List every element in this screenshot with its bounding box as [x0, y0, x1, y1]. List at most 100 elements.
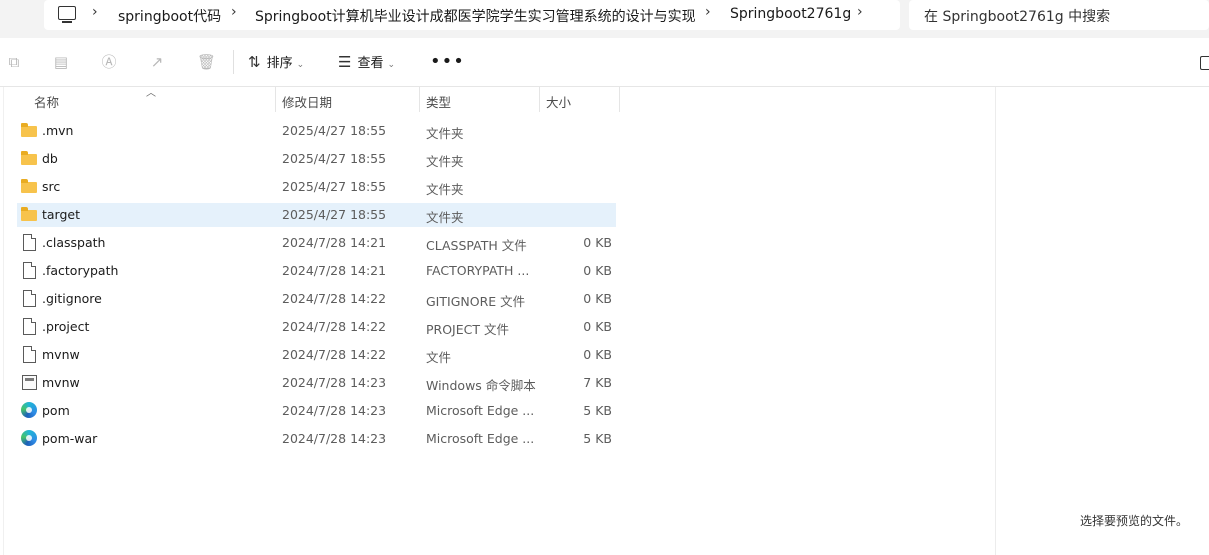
breadcrumb-item-springboot-code[interactable]: springboot代码: [118, 6, 221, 26]
cell-type: 文件: [426, 350, 452, 365]
file-icon-shape: [23, 346, 36, 363]
view-button[interactable]: ☰ 查看 ⌄: [338, 52, 395, 72]
table-row[interactable]: .project 2024/7/28 14:22 PROJECT 文件 0 KB: [17, 315, 616, 339]
cell-type: PROJECT 文件: [426, 322, 509, 337]
file-icon: [21, 262, 37, 279]
cell-type: Windows 命令脚本: [426, 378, 536, 393]
cell-modified: 2024/7/28 14:22: [282, 319, 387, 334]
cell-type: Microsoft Edge ...: [426, 403, 535, 418]
table-row[interactable]: pom-war 2024/7/28 14:23 Microsoft Edge ...…: [17, 427, 616, 451]
edge-icon-shape: [21, 402, 37, 418]
toolbar-divider: [233, 50, 234, 74]
chevron-down-icon: ⌄: [296, 60, 305, 70]
cell-size: 0 KB: [583, 263, 612, 278]
search-input[interactable]: 在 Springboot2761g 中搜索: [909, 0, 1209, 30]
column-divider[interactable]: [275, 87, 276, 112]
cell-size: 0 KB: [583, 347, 612, 362]
copy-icon[interactable]: ⧉: [6, 53, 22, 71]
table-row[interactable]: pom 2024/7/28 14:23 Microsoft Edge ... 5 KB: [17, 399, 616, 423]
cell-name: mvnw: [42, 347, 80, 362]
file-icon-shape: [23, 262, 36, 279]
cell-type: CLASSPATH 文件: [426, 238, 527, 253]
table-row[interactable]: src 2025/4/27 18:55 文件夹: [17, 175, 616, 199]
folder-icon: [21, 178, 37, 195]
chevron-right-icon[interactable]: ›: [857, 4, 863, 20]
cell-modified: 2024/7/28 14:22: [282, 347, 387, 362]
cell-name: src: [42, 179, 61, 194]
table-row[interactable]: .gitignore 2024/7/28 14:22 GITIGNORE 文件 0 K…: [17, 287, 616, 311]
column-header-name[interactable]: 名称: [34, 92, 59, 111]
breadcrumb-item-current[interactable]: Springboot2761g: [730, 6, 851, 22]
edge-icon: [21, 430, 37, 447]
cell-modified: 2024/7/28 14:21: [282, 235, 387, 250]
edge-icon: [21, 402, 37, 419]
column-divider[interactable]: [539, 87, 540, 112]
column-divider[interactable]: [419, 87, 420, 112]
cell-type: 文件夹: [426, 126, 464, 141]
chevron-down-icon: ⌄: [387, 60, 396, 70]
more-options-button[interactable]: •••: [430, 51, 465, 72]
column-header-modified[interactable]: 修改日期: [282, 92, 332, 111]
sort-button[interactable]: ⇅ 排序 ⌄: [248, 52, 304, 72]
command-bar: ⧉ ▤ Ⓐ ↗ 🗑 ⇅ 排序 ⌄ ☰ 查看 ⌄ •••: [0, 38, 1209, 87]
folder-icon: [21, 206, 37, 223]
cell-modified: 2025/4/27 18:55: [282, 179, 387, 194]
table-row[interactable]: .mvn 2025/4/27 18:55 文件夹: [17, 119, 616, 143]
folder-icon-shape: [21, 151, 37, 165]
cell-modified: 2025/4/27 18:55: [282, 207, 387, 222]
column-divider[interactable]: [619, 87, 620, 112]
cell-size: 5 KB: [583, 403, 612, 418]
table-row[interactable]: .classpath 2024/7/28 14:21 CLASSPATH 文件 0 K…: [17, 231, 616, 255]
table-row[interactable]: db 2025/4/27 18:55 文件夹: [17, 147, 616, 171]
table-row[interactable]: .factorypath 2024/7/28 14:21 FACTORYPATH .…: [17, 259, 616, 283]
this-pc-icon[interactable]: [58, 6, 76, 23]
table-row[interactable]: target 2025/4/27 18:55 文件夹: [17, 203, 616, 227]
search-placeholder: 在 Springboot2761g 中搜索: [924, 9, 1111, 25]
file-icon-shape: [23, 234, 36, 251]
cell-modified: 2025/4/27 18:55: [282, 123, 387, 138]
cell-modified: 2024/7/28 14:21: [282, 263, 387, 278]
cell-name: .factorypath: [42, 263, 119, 278]
cell-type: FACTORYPATH ...: [426, 263, 530, 278]
preview-pane-divider[interactable]: [995, 87, 996, 555]
column-headers: ︿ 名称 修改日期 类型 大小: [0, 87, 620, 112]
file-icon-shape: [23, 318, 36, 335]
address-bar: › springboot代码 › Springboot计算机毕业设计成都医学院学…: [0, 0, 1209, 38]
view-label: 查看: [357, 56, 384, 71]
cell-modified: 2025/4/27 18:55: [282, 151, 387, 166]
cell-modified: 2024/7/28 14:23: [282, 431, 387, 446]
file-icon: [21, 234, 37, 251]
folder-icon-shape: [21, 179, 37, 193]
folder-icon: [21, 122, 37, 139]
preview-pane-icon[interactable]: [1200, 56, 1209, 70]
cell-modified: 2024/7/28 14:22: [282, 291, 387, 306]
folder-icon: [21, 150, 37, 167]
file-icon: [21, 346, 37, 363]
rename-icon[interactable]: Ⓐ: [101, 53, 117, 71]
view-icon: ☰: [338, 53, 352, 71]
column-header-type[interactable]: 类型: [426, 92, 451, 111]
chevron-right-icon[interactable]: ›: [705, 4, 711, 20]
cell-name: mvnw: [42, 375, 80, 390]
table-row[interactable]: mvnw 2024/7/28 14:23 Windows 命令脚本 7 KB: [17, 371, 616, 395]
cell-type: 文件夹: [426, 182, 464, 197]
breadcrumb-item-project-folder[interactable]: Springboot计算机毕业设计成都医学院学生实习管理系统的设计与实现: [255, 6, 696, 26]
chevron-right-icon[interactable]: ›: [92, 4, 98, 20]
nav-pane-edge: [3, 87, 4, 555]
cell-modified: 2024/7/28 14:23: [282, 375, 387, 390]
edge-icon-shape: [21, 430, 37, 446]
chevron-right-icon[interactable]: ›: [231, 4, 237, 20]
delete-icon[interactable]: 🗑: [197, 53, 216, 71]
file-icon: [21, 318, 37, 335]
share-icon[interactable]: ↗: [149, 53, 165, 71]
table-row[interactable]: mvnw 2024/7/28 14:22 文件 0 KB: [17, 343, 616, 367]
cmd-script-icon-shape: [22, 375, 37, 390]
column-header-size[interactable]: 大小: [546, 92, 571, 111]
paste-icon[interactable]: ▤: [53, 53, 69, 71]
sort-ascending-icon: ︿: [146, 88, 156, 99]
file-icon-shape: [23, 290, 36, 307]
cell-type: 文件夹: [426, 154, 464, 169]
folder-icon-shape: [21, 207, 37, 221]
cell-size: 7 KB: [583, 375, 612, 390]
cell-name: target: [42, 207, 81, 222]
